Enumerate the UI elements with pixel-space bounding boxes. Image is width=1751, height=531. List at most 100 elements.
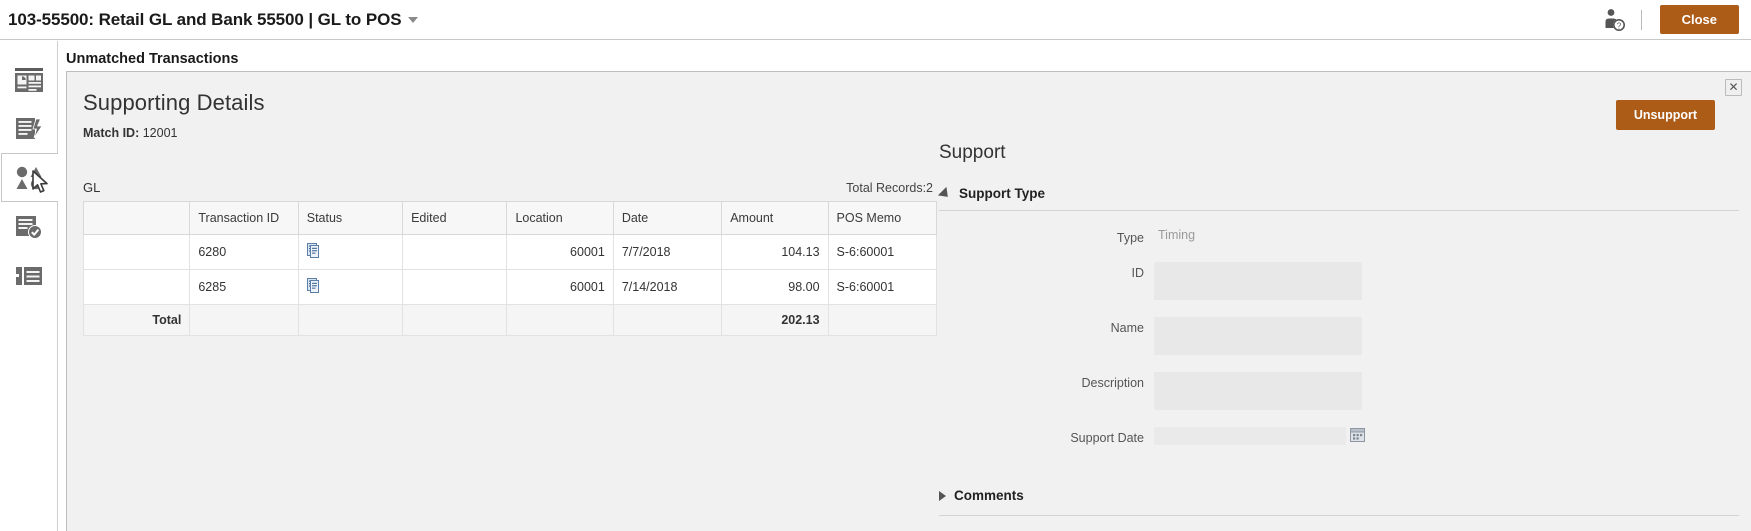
sidebar-item-dashboard[interactable] — [1, 55, 57, 104]
main-content: Unmatched Transactions ✕ Unsupport Suppo… — [58, 41, 1751, 531]
column-header-select[interactable] — [82, 201, 191, 235]
column-header-pos-memo[interactable]: POS Memo — [827, 201, 938, 235]
support-type-label: Support Type — [959, 186, 1045, 201]
name-label: Name — [1110, 321, 1144, 335]
svg-text:?: ? — [1616, 21, 1621, 30]
top-bar-actions: ? Close — [1601, 5, 1751, 34]
cell-location: 60001 — [506, 269, 614, 305]
support-date-field[interactable] — [1154, 427, 1346, 445]
cell-select[interactable] — [82, 269, 191, 305]
rules-icon — [15, 117, 43, 139]
cell-select[interactable] — [82, 234, 191, 270]
cell-transaction-id: 6280 — [189, 234, 299, 270]
table-header-row: Transaction ID Status Edited Location Da… — [82, 201, 938, 235]
total-records-label: Total Records:2 — [846, 181, 933, 195]
total-blank-1 — [189, 304, 299, 336]
cell-pos-memo: S-6:60001 — [827, 269, 938, 305]
field-row-type: Type Timing — [939, 227, 1739, 245]
table-row[interactable]: 6280 60001 7/7/2018 104.13 S-6:60001 — [82, 234, 938, 270]
cell-edited — [402, 269, 508, 305]
column-header-transaction-id[interactable]: Transaction ID — [189, 201, 299, 235]
triangle-right-icon[interactable] — [939, 490, 946, 501]
cell-pos-memo: S-6:60001 — [827, 234, 938, 270]
chevron-down-icon[interactable] — [408, 16, 419, 23]
dashboard-icon — [14, 67, 43, 92]
reports-icon — [13, 266, 42, 285]
total-blank-4 — [506, 304, 614, 336]
cell-date: 7/7/2018 — [612, 234, 723, 270]
gl-table: Transaction ID Status Edited Location Da… — [82, 201, 938, 336]
sidebar-item-matching[interactable] — [0, 153, 58, 202]
field-row-support-date: Support Date — [939, 427, 1739, 445]
unsupport-button[interactable]: Unsupport — [1615, 100, 1715, 130]
application-window: 103-55500: Retail GL and Bank 55500 | GL… — [0, 0, 1751, 531]
description-label: Description — [1081, 376, 1144, 390]
match-id: Match ID: 12001 — [83, 126, 1751, 140]
gl-table-toolbar: GL Total Records:2 — [83, 180, 937, 201]
match-id-value: 12001 — [142, 126, 178, 140]
supporting-details-panel: ✕ Unsupport Supporting Details Match ID:… — [66, 71, 1751, 531]
comments-label: Comments — [954, 488, 1024, 503]
cell-amount: 98.00 — [721, 269, 829, 305]
shapes-icon — [16, 166, 41, 189]
support-type-fields: Type Timing ID Name Description Support … — [939, 211, 1739, 468]
column-header-date[interactable]: Date — [612, 201, 723, 235]
total-blank-5 — [612, 304, 723, 336]
sidebar-item-reports[interactable] — [1, 251, 57, 300]
total-blank-2 — [297, 304, 404, 336]
column-header-edited[interactable]: Edited — [402, 201, 508, 235]
total-blank-6 — [827, 304, 938, 336]
cell-status[interactable] — [297, 269, 404, 305]
cell-amount: 104.13 — [721, 234, 829, 270]
cell-date: 7/14/2018 — [612, 269, 723, 305]
user-help-icon[interactable]: ? — [1601, 7, 1627, 33]
field-row-name: Name — [939, 317, 1739, 355]
cell-transaction-id: 6285 — [189, 269, 299, 305]
support-date-control — [1154, 427, 1365, 445]
gl-label: GL — [83, 180, 101, 195]
support-date-label: Support Date — [1070, 431, 1144, 445]
field-row-description: Description — [939, 372, 1739, 410]
cell-status[interactable] — [297, 234, 404, 270]
id-label: ID — [1131, 266, 1145, 280]
field-row-id: ID — [939, 262, 1739, 300]
comments-divider — [939, 515, 1739, 516]
toolbar-divider — [1640, 9, 1642, 30]
match-id-label: Match ID: — [83, 126, 140, 140]
total-label: Total — [82, 304, 191, 336]
document-list-icon[interactable] — [306, 243, 320, 258]
sidebar — [0, 41, 58, 531]
type-value[interactable]: Timing — [1154, 227, 1362, 245]
calendar-icon[interactable] — [1350, 427, 1365, 442]
approval-icon — [15, 215, 42, 239]
description-field[interactable] — [1154, 372, 1362, 410]
supporting-details-header: Supporting Details Match ID: 12001 — [67, 72, 1751, 140]
gl-table-block: GL Total Records:2 Transaction ID Status… — [82, 180, 938, 336]
supporting-details-title: Supporting Details — [83, 90, 265, 115]
id-field[interactable] — [1154, 262, 1362, 300]
support-type-accordion-header[interactable]: Support Type — [937, 186, 1739, 201]
column-header-status[interactable]: Status — [297, 201, 404, 235]
sidebar-item-rules[interactable] — [1, 104, 57, 153]
page-title-text: 103-55500: Retail GL and Bank 55500 | GL… — [8, 9, 402, 29]
support-heading: Support — [939, 142, 1006, 163]
column-header-location[interactable]: Location — [506, 201, 614, 235]
cell-edited — [402, 234, 508, 270]
support-panel: Support Support Type Type Timing ID Name… — [937, 142, 1739, 523]
name-field[interactable] — [1154, 317, 1362, 355]
close-icon[interactable]: ✕ — [1725, 79, 1742, 96]
top-bar: 103-55500: Retail GL and Bank 55500 | GL… — [0, 0, 1751, 40]
triangle-down-icon[interactable] — [937, 186, 953, 201]
table-row[interactable]: 6285 60001 7/14/2018 98.00 S-6:60001 — [82, 269, 938, 305]
unmatched-transactions-title: Unmatched Transactions — [66, 51, 239, 67]
type-label: Type — [1116, 231, 1144, 245]
total-blank-3 — [402, 304, 508, 336]
total-amount: 202.13 — [721, 304, 829, 336]
table-total-row: Total 202.13 — [82, 304, 938, 336]
close-button[interactable]: Close — [1659, 5, 1739, 34]
cell-location: 60001 — [506, 234, 614, 270]
sidebar-item-approval[interactable] — [1, 202, 57, 251]
comments-accordion-header[interactable]: Comments — [939, 488, 1739, 503]
column-header-amount[interactable]: Amount — [721, 201, 829, 235]
document-list-icon[interactable] — [306, 278, 320, 293]
